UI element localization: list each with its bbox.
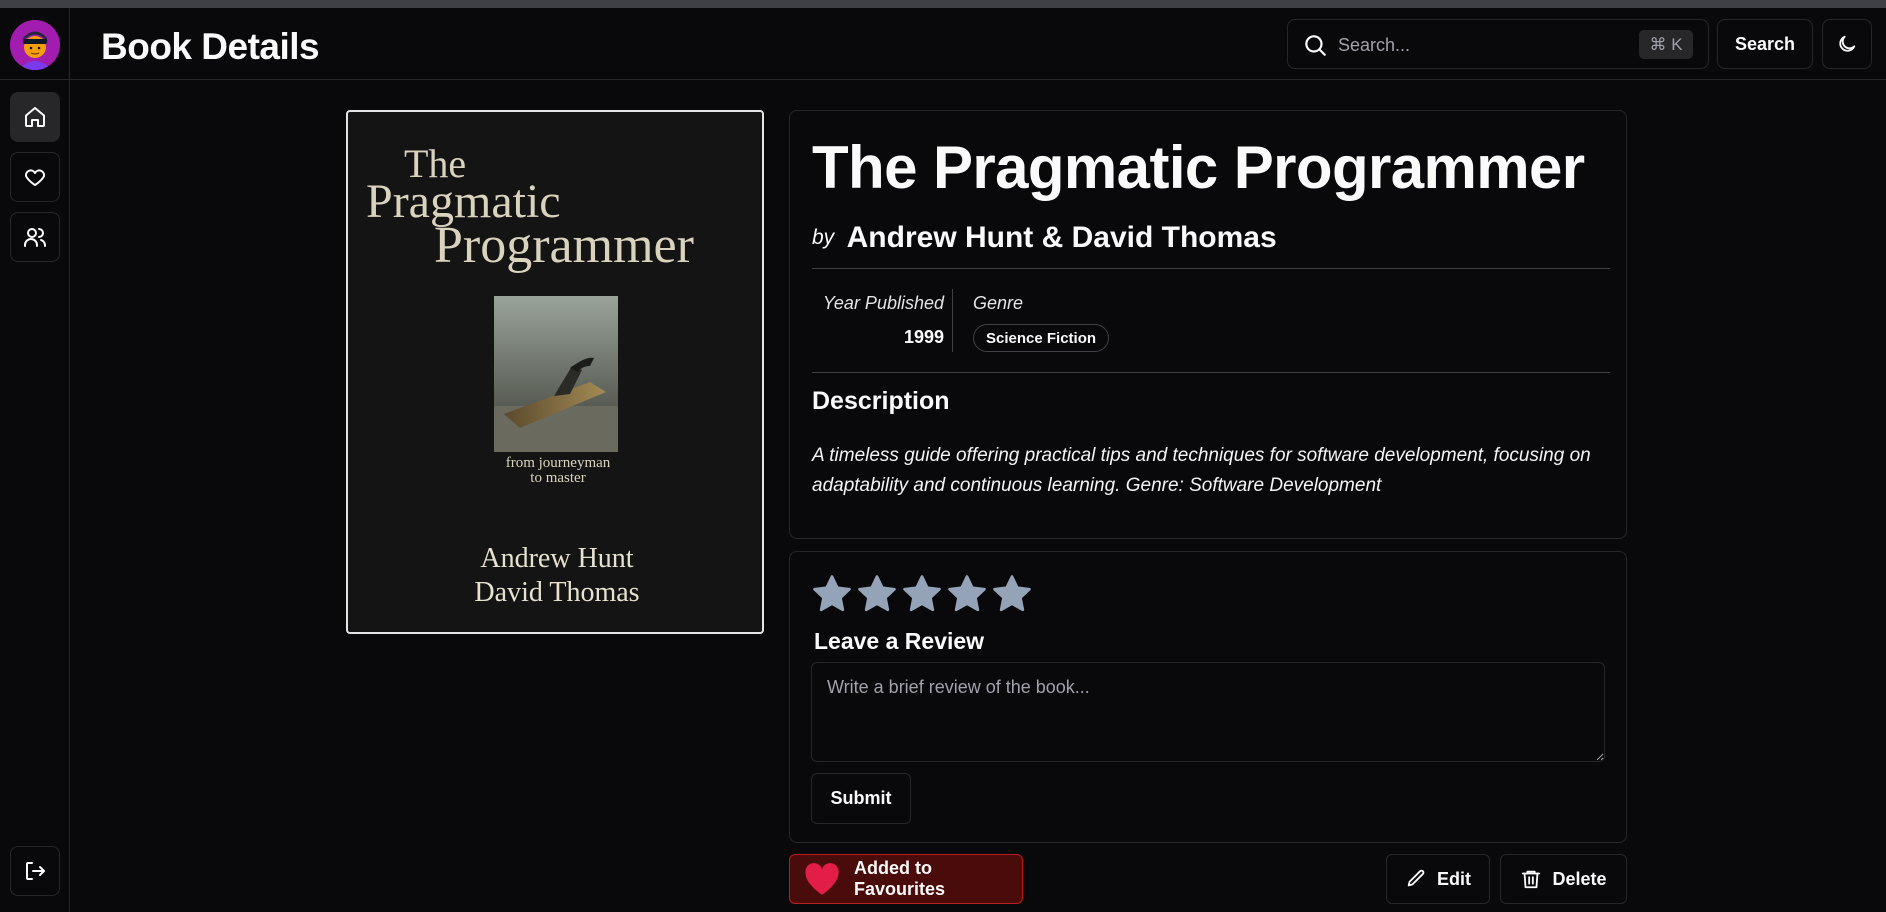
search-input[interactable] bbox=[1338, 30, 1628, 60]
logout-icon bbox=[26, 862, 45, 880]
edit-label: Edit bbox=[1437, 868, 1471, 889]
genre-badge: Science Fiction bbox=[973, 324, 1110, 352]
user-avatar-icon bbox=[10, 20, 60, 70]
star-icon[interactable] bbox=[855, 572, 899, 621]
delete-button[interactable]: Delete bbox=[1500, 854, 1627, 904]
search-box[interactable]: ⌘ K bbox=[1287, 19, 1709, 69]
delete-label: Delete bbox=[1552, 868, 1607, 889]
year-published-label: Year Published bbox=[822, 293, 944, 313]
header: Book Details ⌘ K Search bbox=[70, 8, 1886, 80]
star-icon[interactable] bbox=[900, 572, 944, 621]
divider bbox=[812, 268, 1610, 269]
review-card: Leave a Review Submit bbox=[789, 551, 1627, 843]
search-button[interactable]: Search bbox=[1717, 19, 1813, 69]
favourite-label: Added to Favourites bbox=[854, 858, 946, 899]
description-text: A timeless guide offering practical tips… bbox=[812, 445, 1591, 496]
submit-review-button[interactable]: Submit bbox=[811, 773, 911, 824]
window-top-strip bbox=[0, 0, 1886, 8]
cover-plane-image bbox=[494, 296, 618, 452]
page-title: Book Details bbox=[101, 26, 320, 67]
meta-divider bbox=[952, 289, 953, 352]
description-heading: Description bbox=[812, 387, 950, 415]
cover-subtitle: from journeyman to master bbox=[496, 456, 620, 486]
edit-button[interactable]: Edit bbox=[1386, 854, 1490, 904]
book-author: Andrew Hunt & David Thomas bbox=[846, 221, 1277, 254]
pencil-icon bbox=[1407, 869, 1425, 887]
author-line: by Andrew Hunt & David Thomas bbox=[812, 221, 1277, 255]
book-cover: The Pragmatic Programmer from journeyman… bbox=[346, 110, 764, 634]
cover-subtitle-line: from journeyman bbox=[505, 455, 611, 471]
cover-author-line: David Thomas bbox=[474, 577, 640, 608]
star-rating[interactable] bbox=[810, 572, 1034, 621]
year-published-value: 1999 bbox=[903, 327, 944, 347]
search-icon bbox=[1302, 32, 1328, 58]
theme-toggle-button[interactable] bbox=[1822, 19, 1872, 69]
cover-subtitle-line: to master bbox=[530, 470, 586, 486]
book-title: The Pragmatic Programmer bbox=[812, 134, 1585, 201]
cover-title-line: Programmer bbox=[434, 217, 694, 274]
avatar[interactable] bbox=[10, 20, 60, 70]
star-icon[interactable] bbox=[810, 572, 854, 621]
sidebar-item-home[interactable] bbox=[10, 92, 60, 142]
heart-icon bbox=[24, 169, 46, 186]
star-icon[interactable] bbox=[945, 572, 989, 621]
cover-authors: Andrew Hunt David Thomas bbox=[348, 542, 762, 610]
moon-icon bbox=[1839, 35, 1856, 52]
genre-label: Genre bbox=[973, 293, 1024, 313]
sidebar bbox=[0, 8, 70, 912]
logout-button[interactable] bbox=[10, 846, 60, 896]
star-icon[interactable] bbox=[990, 572, 1034, 621]
trash-icon bbox=[1522, 870, 1541, 889]
divider bbox=[812, 372, 1610, 373]
sidebar-divider bbox=[0, 79, 70, 80]
users-icon bbox=[24, 228, 46, 247]
book-details-card: The Pragmatic Programmer by Andrew Hunt … bbox=[789, 110, 1627, 539]
heart-filled-icon bbox=[804, 862, 840, 896]
cover-author-line: Andrew Hunt bbox=[480, 543, 634, 574]
favourite-button[interactable]: Added to Favourites bbox=[789, 854, 1023, 904]
review-heading: Leave a Review bbox=[814, 628, 985, 654]
keyboard-shortcut-badge: ⌘ K bbox=[1639, 30, 1693, 59]
sidebar-item-users[interactable] bbox=[10, 212, 60, 262]
review-textarea[interactable] bbox=[811, 662, 1605, 762]
home-icon bbox=[25, 107, 45, 127]
by-label: by bbox=[812, 226, 835, 249]
sidebar-item-favourites[interactable] bbox=[10, 152, 60, 202]
